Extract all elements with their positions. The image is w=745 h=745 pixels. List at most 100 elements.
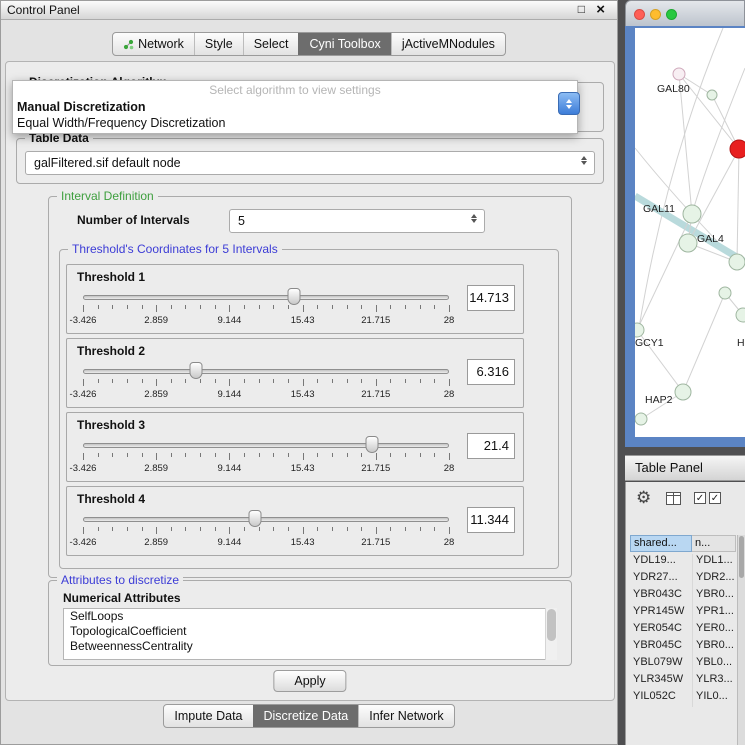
threshold-slider[interactable]: -3.4262.8599.14415.4321.71528: [83, 287, 449, 331]
algorithm-option[interactable]: Manual Discretization: [13, 99, 577, 115]
combobox-arrows-icon[interactable]: [467, 213, 481, 229]
tick-mark: [185, 453, 186, 457]
table-row[interactable]: YBL079WYBL0...: [630, 656, 736, 673]
table-cell[interactable]: YPR145W: [630, 605, 692, 622]
tab-select[interactable]: Select: [243, 33, 299, 55]
tab-style[interactable]: Style: [194, 33, 243, 55]
threshold-slider[interactable]: -3.4262.8599.14415.4321.71528: [83, 361, 449, 405]
network-canvas[interactable]: GAL80GAL11GAL4GCY1HAP2H: [635, 28, 745, 437]
apply-button[interactable]: Apply: [273, 670, 346, 692]
table-cell[interactable]: YLR3...: [692, 673, 736, 690]
network-node[interactable]: [736, 308, 745, 322]
table-cell[interactable]: YBL0...: [692, 656, 736, 673]
threshold-value-field[interactable]: 6.316: [467, 359, 515, 385]
threshold-value-field[interactable]: 11.344: [467, 507, 515, 533]
network-node[interactable]: [635, 323, 644, 337]
attribute-item[interactable]: TopologicalCoefficient: [64, 624, 556, 639]
attribute-item[interactable]: BetweennessCentrality: [64, 639, 556, 654]
table-row[interactable]: YDR27...YDR2...: [630, 571, 736, 588]
network-node[interactable]: [730, 140, 745, 158]
network-svg[interactable]: GAL80GAL11GAL4GCY1HAP2H: [635, 28, 745, 437]
attribute-item[interactable]: SelfLoops: [64, 609, 556, 624]
float-window-icon[interactable]: □: [578, 2, 585, 16]
table-row[interactable]: YPR145WYPR1...: [630, 605, 736, 622]
table-row[interactable]: YBR045CYBR0...: [630, 639, 736, 656]
slider-thumb[interactable]: [249, 510, 262, 527]
zoom-traffic-light-icon[interactable]: [666, 9, 677, 20]
table-cell[interactable]: YBR0...: [692, 639, 736, 656]
table-cell[interactable]: YBR045C: [630, 639, 692, 656]
table-row[interactable]: YIL052CYIL0...: [630, 690, 736, 707]
network-node[interactable]: [675, 384, 691, 400]
checkbox-icon[interactable]: ✓: [709, 492, 721, 504]
checkbox-icon[interactable]: ✓: [694, 492, 706, 504]
slider-track[interactable]: [83, 443, 449, 448]
table-row[interactable]: YLR345WYLR3...: [630, 673, 736, 690]
slider-thumb[interactable]: [366, 436, 379, 453]
table-row[interactable]: YDL19...YDL1...: [630, 554, 736, 571]
scrollbar-thumb[interactable]: [547, 609, 556, 641]
network-node[interactable]: [719, 287, 731, 299]
table-scrollbar[interactable]: [737, 535, 745, 745]
table-cell[interactable]: YIL0...: [692, 690, 736, 707]
numerical-attributes-list[interactable]: SelfLoopsTopologicalCoefficientBetweenne…: [63, 608, 557, 660]
column-header-name[interactable]: n...: [692, 535, 736, 552]
threshold-value-field[interactable]: 14.713: [467, 285, 515, 311]
table-cell[interactable]: YBL079W: [630, 656, 692, 673]
tick-mark: [332, 379, 333, 383]
slider-track[interactable]: [83, 517, 449, 522]
tick-label: 15.43: [291, 463, 315, 474]
network-window-titlebar[interactable]: [625, 0, 745, 26]
table-row[interactable]: YBR043CYBR0...: [630, 588, 736, 605]
slider-track[interactable]: [83, 369, 449, 374]
table-cell[interactable]: YDL1...: [692, 554, 736, 571]
close-traffic-light-icon[interactable]: [634, 9, 645, 20]
algorithm-option[interactable]: Equal Width/Frequency Discretization: [13, 115, 577, 131]
tab-discretize-data[interactable]: Discretize Data: [253, 705, 359, 727]
table-cell[interactable]: YER0...: [692, 622, 736, 639]
tab-jactivemnodules[interactable]: jActiveMNodules: [391, 33, 505, 55]
algorithm-combobox-placeholder[interactable]: Select algorithm to view settings: [13, 81, 577, 99]
network-node[interactable]: [729, 254, 745, 270]
attributes-scrollbar[interactable]: [545, 608, 557, 660]
network-node[interactable]: [707, 90, 717, 100]
network-node[interactable]: [673, 68, 685, 80]
table-cell[interactable]: YDL19...: [630, 554, 692, 571]
table-data-combobox[interactable]: galFiltered.sif default node: [25, 151, 595, 175]
threshold-value-field[interactable]: 21.4: [467, 433, 515, 459]
tab-impute-data[interactable]: Impute Data: [164, 705, 252, 727]
network-node[interactable]: [635, 413, 647, 425]
slider-track[interactable]: [83, 295, 449, 300]
column-header-shared-name[interactable]: shared...: [630, 535, 692, 552]
tab-cyni-toolbox[interactable]: Cyni Toolbox: [298, 33, 390, 55]
table-cell[interactable]: YPR1...: [692, 605, 736, 622]
slider-thumb[interactable]: [190, 362, 203, 379]
slider-thumb[interactable]: [288, 288, 301, 305]
table-cell[interactable]: YDR2...: [692, 571, 736, 588]
threshold-slider[interactable]: -3.4262.8599.14415.4321.71528: [83, 509, 449, 553]
table-cell[interactable]: YLR345W: [630, 673, 692, 690]
scrollbar-thumb[interactable]: [739, 536, 744, 578]
tab-infer-network[interactable]: Infer Network: [358, 705, 453, 727]
number-of-intervals-combobox[interactable]: 5: [229, 209, 485, 233]
tick-label: 9.144: [218, 463, 242, 474]
algorithm-combobox-arrows-icon[interactable]: [558, 92, 580, 115]
table-cell[interactable]: YBR0...: [692, 588, 736, 605]
network-node[interactable]: [679, 234, 697, 252]
close-window-icon[interactable]: ×: [596, 1, 605, 18]
tick-mark: [347, 379, 348, 383]
combobox-arrows-icon[interactable]: [577, 155, 591, 171]
table-cell[interactable]: YBR043C: [630, 588, 692, 605]
table-row[interactable]: YER054CYER0...: [630, 622, 736, 639]
threshold-slider[interactable]: -3.4262.8599.14415.4321.71528: [83, 435, 449, 479]
columns-icon[interactable]: [666, 492, 681, 505]
network-node[interactable]: [683, 205, 701, 223]
tick-mark: [244, 379, 245, 383]
table-cell[interactable]: YER054C: [630, 622, 692, 639]
table-cell[interactable]: YDR27...: [630, 571, 692, 588]
minimize-traffic-light-icon[interactable]: [650, 9, 661, 20]
tab-network[interactable]: Network: [113, 33, 194, 55]
table-cell[interactable]: YIL052C: [630, 690, 692, 707]
gear-icon[interactable]: ⚙: [636, 488, 651, 508]
tick-mark: [142, 453, 143, 457]
